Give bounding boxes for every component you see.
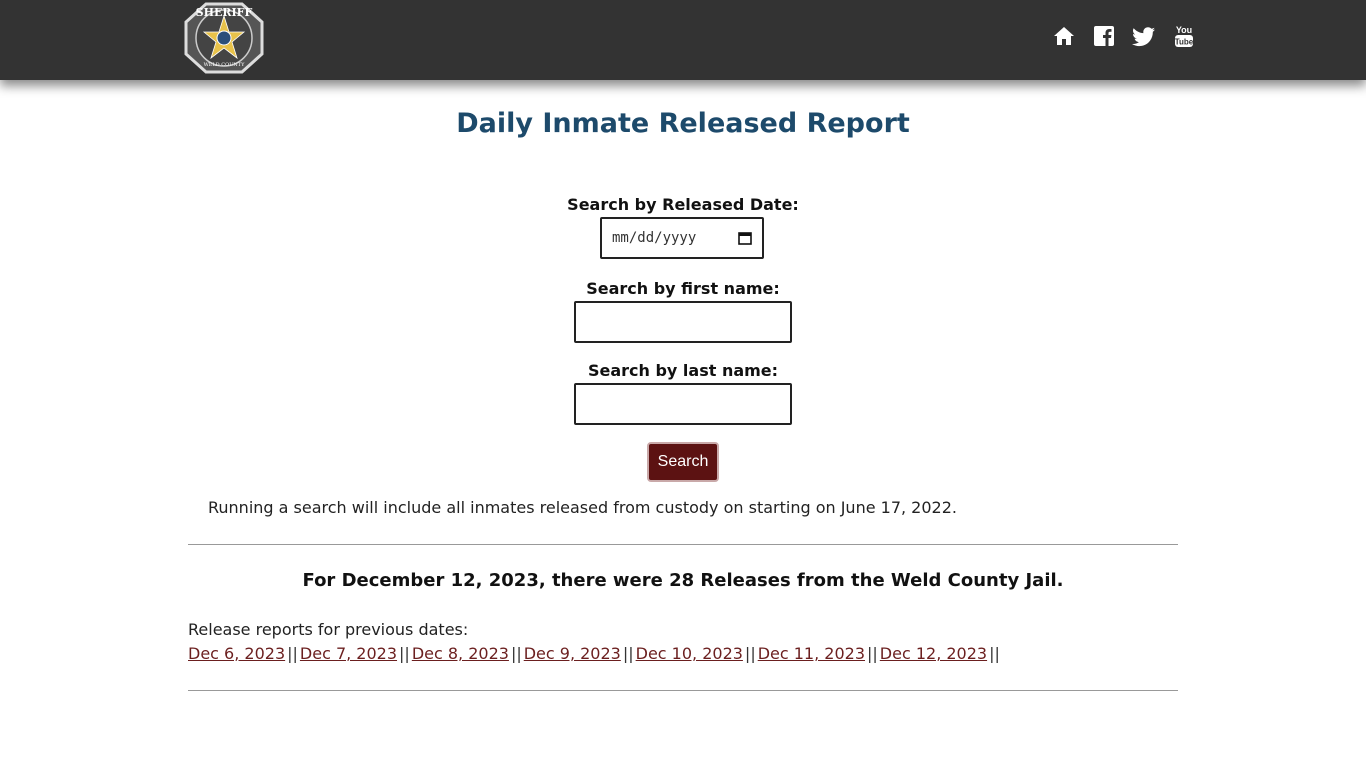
report-link[interactable]: Dec 9, 2023 [524,644,621,663]
calendar-icon[interactable] [738,231,752,245]
link-separator: || [287,644,298,663]
svg-text:Tube: Tube [1175,38,1194,47]
release-summary: For December 12, 2023, there were 28 Rel… [302,570,1064,591]
social-links: You Tube [1052,24,1196,48]
link-separator: || [622,644,634,663]
link-separator: || [989,644,1000,663]
facebook-icon[interactable] [1092,24,1116,48]
twitter-icon[interactable] [1132,24,1156,48]
report-link[interactable]: Dec 12, 2023 [880,644,987,663]
report-link[interactable]: Dec 6, 2023 [188,644,285,663]
report-link[interactable]: Dec 8, 2023 [412,644,509,663]
date-search-label: Search by Released Date: [567,195,799,214]
report-link[interactable]: Dec 10, 2023 [636,644,743,663]
divider [188,690,1178,691]
first-name-input[interactable] [574,301,792,343]
report-link[interactable]: Dec 11, 2023 [758,644,865,663]
link-separator: || [867,644,878,663]
date-placeholder: mm/dd/yyyy [612,230,697,246]
link-separator: || [399,644,410,663]
previous-dates-label: Release reports for previous dates: [188,620,469,639]
divider [188,544,1178,545]
first-name-label: Search by first name: [586,279,780,298]
link-separator: || [510,644,522,663]
svg-text:WELD COUNTY: WELD COUNTY [204,62,246,68]
svg-text:You: You [1176,25,1192,35]
previous-dates-links: Dec 6, 2023 || Dec 7, 2023 || Dec 8, 2023 || D… [188,644,1002,663]
report-link[interactable]: Dec 7, 2023 [300,644,397,663]
home-icon[interactable] [1052,24,1076,48]
search-button[interactable]: Search [647,442,719,482]
youtube-icon[interactable]: You Tube [1172,24,1196,48]
search-note: Running a search will include all inmate… [208,498,957,517]
last-name-input[interactable] [574,383,792,425]
last-name-label: Search by last name: [587,361,779,380]
release-date-input[interactable]: mm/dd/yyyy [600,217,764,259]
top-navigation-bar: SHERIFF WELD COUNTY You Tube [0,0,1366,80]
sheriff-badge-logo[interactable]: SHERIFF WELD COUNTY [184,2,264,74]
svg-text:SHERIFF: SHERIFF [196,6,253,19]
link-separator: || [744,644,756,663]
page-title: Daily Inmate Released Report [456,108,910,139]
